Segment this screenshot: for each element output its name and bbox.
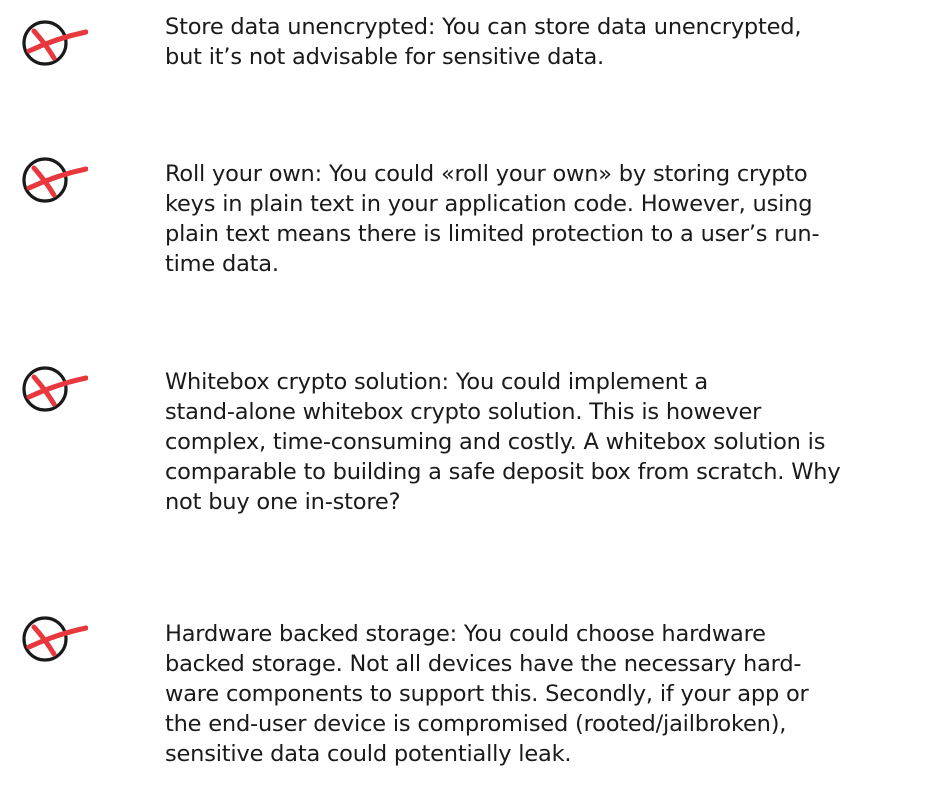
- circled-x-icon: [20, 614, 88, 664]
- item-text: Whitebox crypto solution: You could impl…: [165, 369, 841, 515]
- circled-x-icon: [20, 18, 88, 68]
- circled-x-icon: [20, 364, 88, 414]
- circled-x-icon: [20, 155, 88, 205]
- item-text: Roll your own: You could «roll your own»…: [165, 161, 820, 277]
- item-text: Store data unencrypted: You can store da…: [165, 14, 802, 70]
- item-text: Hardware backed storage: You could choos…: [165, 621, 809, 767]
